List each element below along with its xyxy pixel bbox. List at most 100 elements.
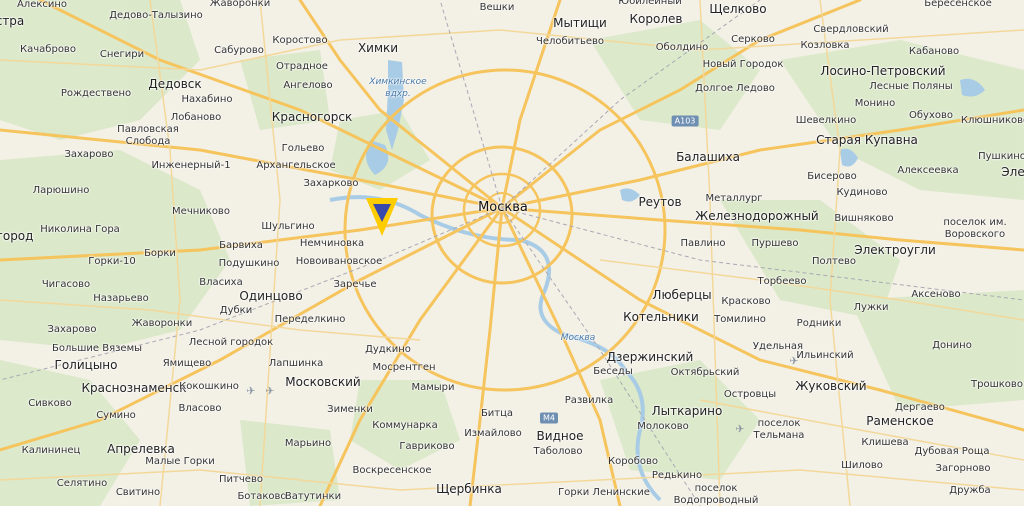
place-label-biserovo: Бисерово xyxy=(807,171,857,182)
place-label-ostra: стра xyxy=(0,14,25,28)
place-label-ele: Эле xyxy=(1001,165,1024,179)
place-label-alexino: Алексино xyxy=(16,0,68,10)
place-label-sverdlovsky: Свердловский xyxy=(813,24,889,35)
place-label-vlasikha: Власиха xyxy=(199,277,243,288)
place-label-saburovo: Сабурово xyxy=(214,45,264,56)
place-label-kachabrovo: Качаброво xyxy=(20,44,76,55)
place-label-rodniki: Родники xyxy=(796,318,842,329)
place-label-kudinovo: Кудиново xyxy=(836,187,888,198)
place-label-odintsovo: Одинцово xyxy=(239,289,303,303)
place-label-bolshie-vyazemy: Большие Вяземы xyxy=(51,343,143,354)
place-label-vlasovo: Власово xyxy=(178,403,222,414)
place-label-kommunarka: Коммунарка xyxy=(372,420,438,431)
place-label-krasnoznamensk: Краснознаменск xyxy=(81,381,187,395)
place-label-pavlovskaya: Павловская Слобода xyxy=(117,124,179,147)
place-label-nemchinovka: Немчиновка xyxy=(299,238,365,249)
place-label-nazaryevo: Назарьево xyxy=(93,293,149,304)
place-label-zhavoronki-n: Жаворонки xyxy=(209,0,271,9)
airplane-icon: ✈ xyxy=(265,384,275,398)
place-label-krasково: Красково xyxy=(721,296,771,307)
place-label-novoivanovskoe: Новоивановское xyxy=(295,256,383,267)
place-label-moskva: Москва xyxy=(478,200,528,215)
place-label-dudkino: Дудкино xyxy=(365,344,411,355)
place-label-poltevo: Полтево xyxy=(811,256,857,267)
place-label-sumino: Сумино xyxy=(96,410,136,421)
place-label-torbeevo: Торбеево xyxy=(757,276,807,287)
place-label-novy-gorodok: Новый Городок xyxy=(702,59,784,70)
place-label-zheleznodorozhny: Железнодорожный xyxy=(695,209,819,223)
place-label-korobovo: Коробово xyxy=(608,456,658,467)
place-label-shevelkino: Шевелкино xyxy=(795,115,857,126)
place-label-elektrougli: Электроугли xyxy=(854,243,936,257)
place-label-mamyri: Мамыри xyxy=(411,382,455,393)
place-label-kotelniki: Котельники xyxy=(623,310,699,324)
place-label-moskovsky: Московский xyxy=(285,375,361,389)
place-label-beresenskoe: Бересенское xyxy=(924,0,992,9)
place-label-oboldino: Оболдино xyxy=(655,42,709,53)
place-label-aprelevka: Апрелевка xyxy=(107,442,175,456)
place-label-sivkovo: Сивково xyxy=(28,398,72,409)
place-label-kalininets: Калининец xyxy=(21,445,81,456)
place-label-gorki-10: Горки-10 xyxy=(88,256,136,267)
map-view[interactable]: Алексино Жаворонки Вешки Юбилейный Щелково Бе… xyxy=(0,0,1024,506)
place-label-obukhovo: Обухово xyxy=(908,110,954,121)
place-label-vidnoe: Видное xyxy=(536,429,584,443)
place-label-molokovo: Молоково xyxy=(637,421,689,432)
place-label-dedovsk: Дедовск xyxy=(148,77,202,91)
place-label-maryino: Марьино xyxy=(284,438,332,449)
place-label-lesnoy-gorodok: Лесной городок xyxy=(188,337,274,348)
place-label-vatutinki: Ватутинки xyxy=(284,491,342,502)
place-label-donino: Донино xyxy=(932,340,972,351)
place-label-krasnogorsk: Красногорск xyxy=(271,110,353,124)
place-label-kozlovka: Козловка xyxy=(800,40,850,51)
place-label-khimkinskoe: Химкинское вдхр. xyxy=(369,77,427,99)
place-label-monino: Монино xyxy=(854,98,896,109)
place-label-lapshinka: Лапшинка xyxy=(268,358,324,369)
place-label-khimki: Химки xyxy=(357,41,399,55)
place-label-zakharovo: Захарово xyxy=(64,149,114,160)
place-label-ilyinsky: Ильинский xyxy=(796,350,854,361)
place-label-bitsa: Битца xyxy=(480,408,514,419)
place-label-alekseevka: Алексеевка xyxy=(897,165,959,176)
place-label-gorod: город xyxy=(0,229,34,243)
place-label-losino: Лосино-Петровский xyxy=(820,64,946,78)
place-label-podushkino: Подушкино xyxy=(218,258,280,269)
place-label-angelovo: Ангелово xyxy=(283,80,333,91)
airplane-icon: ✈ xyxy=(735,422,745,436)
place-label-ramenskoe: Раменское xyxy=(866,414,934,428)
airplane-icon: ✈ xyxy=(789,354,799,368)
place-label-redkino: Редькино xyxy=(651,470,703,481)
place-label-yamischevo: Ямищево xyxy=(162,358,212,369)
place-label-gorki-leninskie: Горки Ленинские xyxy=(558,487,650,498)
place-label-staraya-kupavna: Старая Купавна xyxy=(816,133,918,147)
place-label-klishcheva: Клишева xyxy=(861,437,909,448)
place-label-dolgoe-ledovo: Долгое Ледово xyxy=(695,83,775,94)
place-label-tomilino: Томилино xyxy=(714,314,766,325)
place-label-poselok-telmana: поселок Тельмана xyxy=(753,418,805,441)
place-label-shulgino: Шульгино xyxy=(261,221,315,232)
place-label-nakhabino: Нахабино xyxy=(181,94,233,105)
place-label-balashikha: Балашиха xyxy=(676,150,740,164)
place-label-barvikha: Барвиха xyxy=(219,240,263,251)
place-label-dubki: Дубки xyxy=(219,305,253,316)
place-label-malye-gorki: Малые Горки xyxy=(145,456,215,467)
place-label-kokoshkino: Кокошкино xyxy=(179,381,239,392)
place-label-voskresenskoe: Воскресенское xyxy=(352,465,432,476)
place-label-moskva-river: Москва xyxy=(560,333,596,343)
place-label-dubovaya-roscha: Дубовая Роща xyxy=(914,446,990,457)
airplane-icon: ✈ xyxy=(246,384,256,398)
place-label-mytischi: Мытищи xyxy=(553,16,607,30)
place-label-nikolina-gora: Николина Гора xyxy=(40,224,120,235)
place-label-zhukovsky: Жуковский xyxy=(795,379,867,393)
place-label-zakharkovo: Захарково xyxy=(303,178,359,189)
place-label-druzhba: Дружба xyxy=(949,485,991,496)
place-label-selyatino: Селятино xyxy=(56,478,108,489)
place-label-golitsyno: Голицыно xyxy=(54,358,118,372)
place-label-poselok-vodoprovodny: поселок Водопроводный xyxy=(673,483,759,506)
place-label-zimenki: Зименки xyxy=(327,404,373,415)
place-label-veshki: Вешки xyxy=(479,2,515,13)
place-label-zhavoronki-s: Жаворонки xyxy=(131,318,193,329)
place-label-dedovo: Дедово-Талызино xyxy=(109,10,203,21)
place-label-chelobitevo: Челобитьево xyxy=(535,36,605,47)
place-label-arkhangelskoe: Архангельское xyxy=(256,160,336,171)
